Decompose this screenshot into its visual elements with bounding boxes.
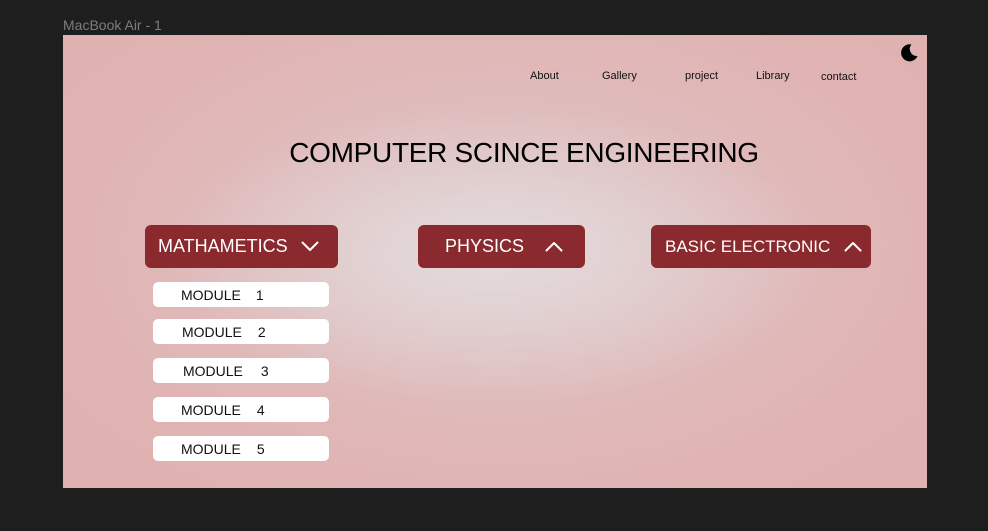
- module-item-2[interactable]: MODULE 2: [153, 319, 329, 344]
- nav-library[interactable]: Library: [756, 70, 790, 82]
- page-title: COMPUTER SCINCE ENGINEERING: [289, 137, 759, 168]
- module-number: 4: [256, 401, 265, 418]
- module-label: MODULE: [181, 440, 241, 457]
- chevron-up-icon: [844, 241, 862, 252]
- module-number: 2: [257, 323, 266, 340]
- moon-icon[interactable]: [899, 43, 919, 63]
- top-nav: About Gallery project Library contact: [63, 70, 927, 84]
- basic-electronic-dropdown-button[interactable]: BASIC ELECTRONIC: [651, 225, 871, 268]
- module-number: 3: [260, 362, 269, 379]
- nav-about[interactable]: About: [530, 70, 559, 82]
- physics-dropdown-button[interactable]: PHYSICS: [418, 225, 585, 268]
- mathematics-dropdown-button[interactable]: MATHAMETICS: [145, 225, 338, 268]
- mathematics-label: MATHAMETICS: [158, 236, 288, 256]
- nav-project[interactable]: project: [685, 70, 718, 82]
- module-number: 1: [255, 286, 264, 303]
- module-item-1[interactable]: MODULE 1: [153, 282, 329, 307]
- chevron-up-icon: [545, 241, 563, 252]
- module-label: MODULE: [181, 401, 241, 418]
- physics-label: PHYSICS: [445, 236, 525, 256]
- module-item-4[interactable]: MODULE 4: [153, 397, 329, 422]
- basic-electronic-label: BASIC ELECTRONIC: [665, 236, 831, 256]
- nav-gallery[interactable]: Gallery: [602, 70, 637, 82]
- chevron-down-icon: [301, 241, 319, 252]
- page-frame: About Gallery project Library contact CO…: [63, 35, 927, 488]
- frame-label: MacBook Air - 1: [63, 17, 162, 33]
- module-item-3[interactable]: MODULE 3: [153, 358, 329, 383]
- nav-contact[interactable]: contact: [821, 71, 856, 83]
- module-item-5[interactable]: MODULE 5: [153, 436, 329, 461]
- module-number: 5: [256, 440, 265, 457]
- module-label: MODULE: [183, 362, 243, 379]
- module-label: MODULE: [182, 323, 242, 340]
- module-label: MODULE: [181, 286, 241, 303]
